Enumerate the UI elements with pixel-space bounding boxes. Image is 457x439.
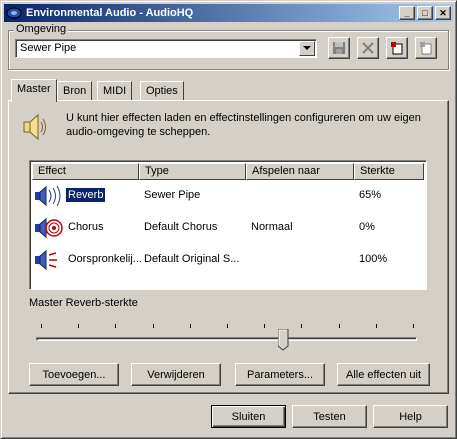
effects-list[interactable]: Effect Type Afspelen naar Sterkte Reverb… — [29, 160, 427, 290]
slider-tick — [189, 324, 191, 328]
effect-row-original[interactable]: Oorspronkelij... Default Original S... 1… — [32, 245, 424, 275]
close-window-button[interactable]: ✕ — [435, 6, 451, 20]
save-button[interactable] — [328, 37, 350, 59]
minimize-button[interactable]: _ — [399, 6, 415, 20]
slider-tick — [41, 324, 42, 328]
tab-bron-label: Bron — [63, 85, 87, 97]
slider-tick — [301, 324, 303, 328]
master-reverb-label: Master Reverb-sterkte — [29, 297, 138, 309]
effect-name: Reverb — [64, 187, 107, 203]
effect-strength: 0% — [359, 221, 375, 233]
new-button[interactable] — [386, 37, 408, 59]
slider-tick — [227, 324, 228, 328]
master-reverb-slider[interactable] — [36, 337, 417, 341]
slider-tick — [78, 324, 80, 328]
effect-strength: 65% — [359, 189, 382, 201]
all-effects-off-button-label: Alle effecten uit — [345, 368, 421, 381]
column-header-type[interactable]: Type — [139, 163, 246, 180]
properties-icon — [420, 42, 432, 55]
slider-tick — [264, 324, 266, 328]
original-speaker-icon — [34, 248, 64, 272]
column-header-play-to-label: Afspelen naar — [252, 165, 320, 177]
tab-bron[interactable]: Bron — [57, 81, 93, 101]
slider-tick — [152, 324, 154, 328]
chevron-down-icon[interactable] — [299, 41, 315, 56]
help-button-label: Help — [399, 410, 422, 423]
remove-button[interactable]: Verwijderen — [131, 363, 221, 386]
test-button[interactable]: Testen — [292, 405, 367, 428]
effect-name: Chorus — [68, 221, 104, 233]
environment-select[interactable]: Sewer Pipe — [15, 39, 317, 58]
reverb-speaker-icon — [34, 184, 64, 208]
column-header-effect[interactable]: Effect — [32, 163, 139, 180]
parameters-button-label: Parameters... — [246, 368, 314, 381]
slider-tick — [375, 324, 377, 328]
effect-type: Sewer Pipe — [144, 189, 201, 201]
slider-tick — [338, 324, 340, 328]
info-text: U kunt hier effecten laden en effectinst… — [66, 112, 421, 138]
effect-row-reverb[interactable]: Reverb Sewer Pipe 65% — [32, 181, 424, 211]
maximize-button[interactable]: □ — [417, 6, 433, 20]
effect-name: Oorspronkelij... — [68, 253, 142, 265]
test-button-label: Testen — [313, 410, 346, 423]
tab-midi-label: MIDI — [103, 85, 127, 97]
tab-opties-label: Opties — [146, 85, 178, 97]
parameters-button[interactable]: Parameters... — [235, 363, 325, 386]
column-header-strength-label: Sterkte — [360, 165, 395, 177]
delete-button[interactable] — [357, 37, 379, 59]
effect-strength: 100% — [359, 253, 388, 265]
column-header-effect-label: Effect — [38, 165, 66, 177]
chorus-speaker-icon — [34, 216, 64, 240]
effect-type: Default Chorus — [144, 221, 218, 233]
column-header-play-to[interactable]: Afspelen naar — [246, 163, 354, 180]
tab-opties[interactable]: Opties — [140, 81, 184, 101]
environment-select-value: Sewer Pipe — [20, 42, 77, 54]
remove-button-label: Verwijderen — [147, 368, 205, 381]
help-button[interactable]: Help — [373, 405, 448, 428]
tab-master[interactable]: Master — [11, 79, 57, 102]
tab-master-label: Master — [17, 83, 51, 95]
effect-row-chorus[interactable]: Chorus Default Chorus Normaal 0% — [32, 213, 424, 243]
slider-tick — [413, 324, 414, 328]
delete-icon — [362, 42, 374, 54]
properties-button[interactable] — [415, 37, 437, 59]
add-button[interactable]: Toevoegen... — [29, 363, 119, 386]
column-header-type-label: Type — [145, 165, 169, 177]
app-icon — [6, 6, 22, 20]
new-icon — [391, 42, 403, 55]
close-button-label: Sluiten — [231, 410, 266, 423]
slider-thumb[interactable] — [277, 328, 289, 351]
column-header-strength[interactable]: Sterkte — [354, 163, 424, 180]
slider-tick — [115, 324, 117, 328]
add-button-label: Toevoegen... — [42, 368, 106, 381]
all-effects-off-button[interactable]: Alle effecten uit — [337, 363, 430, 386]
close-button[interactable]: Sluiten — [211, 405, 286, 428]
tab-midi[interactable]: MIDI — [97, 81, 133, 101]
effect-play-to: Normaal — [251, 221, 293, 233]
title-bar[interactable]: Environmental Audio - AudioHQ _ □ ✕ — [4, 4, 453, 22]
environment-group-label: Omgeving — [14, 23, 69, 35]
speaker-icon — [22, 112, 48, 142]
effect-type: Default Original S... — [144, 253, 240, 265]
save-icon — [333, 42, 345, 54]
window-title: Environmental Audio - AudioHQ — [26, 7, 194, 19]
